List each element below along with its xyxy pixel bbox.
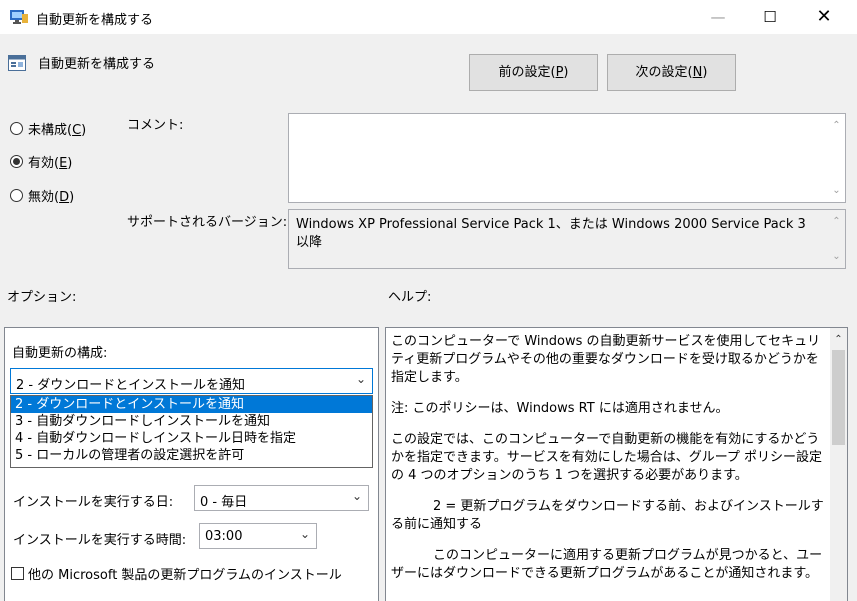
other-products-label: 他の Microsoft 製品の更新プログラムのインストール [28, 568, 342, 583]
help-text: このコンピューターで Windows の自動更新サービスを使用してセキュリティ更… [391, 333, 824, 596]
help-paragraph: この設定では、このコンピューターで自動更新の機能を有効にするかどうかを指定できま… [391, 432, 823, 483]
supported-on-box[interactable]: Windows XP Professional Service Pack 1、ま… [288, 209, 846, 269]
configure-updates-value: 2 - ダウンロードとインストールを通知 [16, 378, 245, 393]
radio-enabled-label: 有効(E) [28, 152, 72, 171]
scrollbar-thumb[interactable] [832, 350, 845, 445]
policy-setting-icon [8, 55, 26, 71]
configure-updates-dropdown-list[interactable]: 2 - ダウンロードとインストールを通知 3 - 自動ダウンロードしインストール… [10, 395, 373, 468]
help-panel: このコンピューターで Windows の自動更新サービスを使用してセキュリティ更… [385, 327, 848, 601]
radio-not-configured-paren: ) [81, 123, 87, 138]
install-time-label: インストールを実行する時間: [13, 533, 187, 548]
radio-not-configured-text: 未構成( [28, 123, 73, 138]
comment-scrollbar[interactable]: ⌃ ⌄ [828, 114, 845, 202]
scroll-down-icon[interactable]: ⌄ [828, 248, 845, 265]
configure-updates-combo[interactable]: 2 - ダウンロードとインストールを通知 ⌄ [10, 368, 373, 394]
install-day-combo[interactable]: 0 - 毎日 ⌄ [194, 485, 369, 511]
comment-textarea[interactable]: ⌃ ⌄ [288, 113, 846, 203]
options-panel: 自動更新の構成: 2 - ダウンロードとインストールを通知 ⌄ 2 - ダウンロ… [4, 327, 379, 601]
install-day-value: 0 - 毎日 [200, 495, 248, 510]
chevron-down-icon[interactable]: ⌄ [356, 372, 366, 386]
next-setting-accesskey: N [692, 65, 703, 80]
window-title: 自動更新を構成する [36, 13, 154, 28]
radio-circle[interactable] [10, 189, 23, 202]
radio-disabled-paren: ) [69, 190, 75, 205]
scroll-up-icon[interactable]: ⌃ [830, 331, 847, 348]
policy-app-icon [10, 10, 28, 24]
radio-circle-checked[interactable] [10, 155, 23, 168]
radio-circle[interactable] [10, 122, 23, 135]
help-paragraph: このコンピューターで Windows の自動更新サービスを使用してセキュリティ更… [391, 334, 821, 385]
next-setting-button[interactable]: 次の設定(N) [607, 54, 736, 91]
scroll-up-icon[interactable]: ⌃ [828, 213, 845, 230]
previous-setting-button[interactable]: 前の設定(P) [469, 54, 598, 91]
radio-not-configured-accesskey: C [72, 123, 82, 138]
radio-disabled-text: 無効( [28, 190, 60, 205]
title-bar: 自動更新を構成する — ☐ ✕ [0, 0, 857, 34]
next-setting-paren: ) [702, 65, 708, 80]
help-scrollbar[interactable]: ⌃ [830, 328, 847, 601]
other-products-checkbox[interactable] [11, 567, 24, 580]
supported-on-text: Windows XP Professional Service Pack 1、ま… [296, 217, 806, 250]
supported-scrollbar[interactable]: ⌃ ⌄ [828, 210, 845, 268]
previous-setting-paren: ) [563, 65, 569, 80]
dropdown-option[interactable]: 3 - 自動ダウンロードしインストールを通知 [11, 413, 372, 430]
radio-enabled-paren: ) [67, 156, 73, 171]
next-setting-label: 次の設定( [635, 65, 693, 80]
radio-disabled-label: 無効(D) [28, 186, 74, 205]
help-paragraph: 注: このポリシーは、Windows RT には適用されません。 [391, 401, 729, 416]
options-section-label: オプション: [7, 290, 77, 305]
radio-enabled-text: 有効( [28, 156, 60, 171]
radio-not-configured[interactable]: 未構成(C) [10, 119, 86, 138]
previous-setting-label: 前の設定( [498, 65, 556, 80]
dropdown-option[interactable]: 5 - ローカルの管理者の設定選択を許可 [11, 447, 372, 464]
policy-title: 自動更新を構成する [38, 57, 156, 72]
radio-disabled[interactable]: 無効(D) [10, 186, 74, 205]
other-products-checkbox-row[interactable]: 他の Microsoft 製品の更新プログラムのインストール [11, 564, 342, 583]
help-paragraph: 2 = 更新プログラムをダウンロードする前、およびインストールする前に通知する [391, 499, 824, 532]
configure-updates-label: 自動更新の構成: [12, 346, 108, 361]
dropdown-option[interactable]: 4 - 自動ダウンロードしインストール日時を指定 [11, 430, 372, 447]
chevron-down-icon[interactable]: ⌄ [300, 527, 310, 541]
supported-label: サポートされるバージョン: [127, 215, 288, 230]
install-time-value: 03:00 [205, 529, 243, 544]
close-button[interactable]: ✕ [801, 0, 847, 34]
help-paragraph: このコンピューターに適用する更新プログラムが見つかると、ユーザーにはダウンロード… [391, 548, 823, 581]
install-time-combo[interactable]: 03:00 ⌄ [199, 523, 317, 549]
install-day-label: インストールを実行する日: [13, 495, 174, 510]
radio-enabled[interactable]: 有効(E) [10, 152, 72, 171]
maximize-button[interactable]: ☐ [747, 0, 793, 34]
scroll-up-icon[interactable]: ⌃ [828, 117, 845, 134]
radio-disabled-accesskey: D [59, 190, 70, 205]
chevron-down-icon[interactable]: ⌄ [352, 489, 362, 503]
comment-label: コメント: [127, 118, 184, 133]
dropdown-option[interactable]: 2 - ダウンロードとインストールを通知 [11, 396, 372, 413]
radio-not-configured-label: 未構成(C) [28, 119, 86, 138]
help-section-label: ヘルプ: [388, 290, 432, 305]
scroll-down-icon[interactable]: ⌄ [828, 182, 845, 199]
minimize-button[interactable]: — [695, 0, 741, 34]
